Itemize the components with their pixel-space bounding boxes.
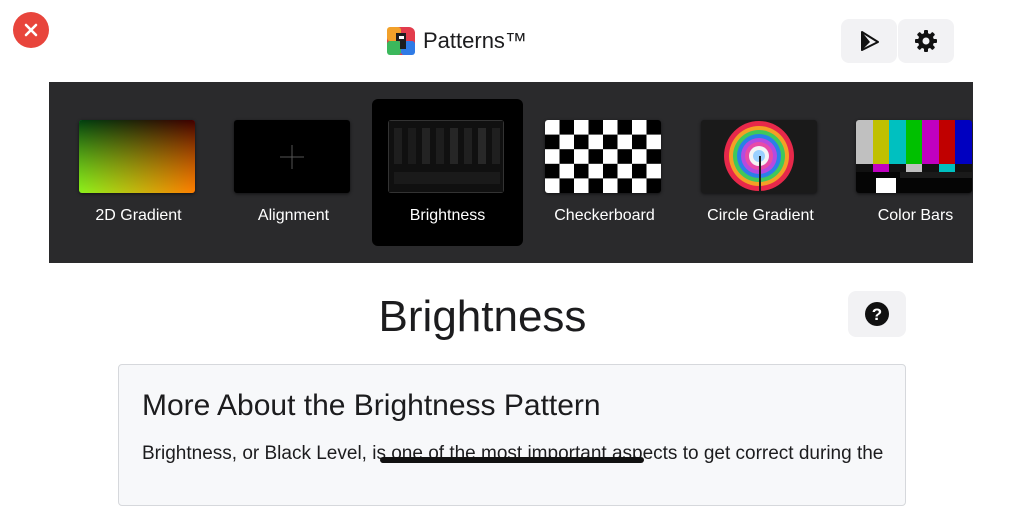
cast-play-icon (861, 31, 879, 51)
page-title: Brightness (378, 292, 587, 341)
pattern-tile-alignment[interactable]: Alignment (218, 99, 369, 246)
checkerboard-thumbnail (545, 120, 661, 193)
close-icon (24, 23, 38, 37)
pattern-tile-brightness[interactable]: Brightness (372, 99, 523, 246)
circle-gradient-thumbnail (701, 120, 817, 193)
cast-button[interactable] (841, 19, 897, 63)
close-button[interactable] (13, 12, 49, 48)
app-title: Patterns™ (387, 26, 527, 56)
help-button[interactable]: ? (848, 291, 906, 337)
pattern-label: 2D Gradient (95, 207, 182, 224)
svg-text:?: ? (872, 305, 882, 324)
app-logo-icon (387, 27, 415, 55)
pattern-label: Checkerboard (554, 207, 655, 224)
pattern-tile-color-bars[interactable]: Color Bars (840, 99, 973, 246)
app-title-text: Patterns™ (423, 28, 527, 53)
info-card: More About the Brightness Pattern Bright… (118, 364, 906, 506)
home-indicator[interactable] (380, 457, 644, 463)
card-heading: More About the Brightness Pattern (142, 389, 601, 422)
pattern-label: Circle Gradient (707, 207, 814, 224)
settings-button[interactable] (898, 19, 954, 63)
gear-icon (915, 30, 937, 52)
pattern-tile-circle-gradient[interactable]: Circle Gradient (685, 99, 836, 246)
2d-gradient-thumbnail (79, 120, 195, 193)
pattern-label: Alignment (257, 207, 330, 224)
question-icon: ? (865, 302, 889, 326)
pattern-strip[interactable]: 2D Gradient Alignment Brightness Checker… (49, 82, 973, 263)
pattern-label: Brightness (409, 207, 486, 224)
alignment-thumbnail (234, 120, 350, 193)
pattern-tile-2d-gradient[interactable]: 2D Gradient (63, 99, 214, 246)
brightness-thumbnail (388, 120, 504, 193)
color-bars-thumbnail (856, 120, 972, 193)
pattern-tile-checkerboard[interactable]: Checkerboard (529, 99, 680, 246)
pattern-label: Color Bars (877, 207, 954, 224)
